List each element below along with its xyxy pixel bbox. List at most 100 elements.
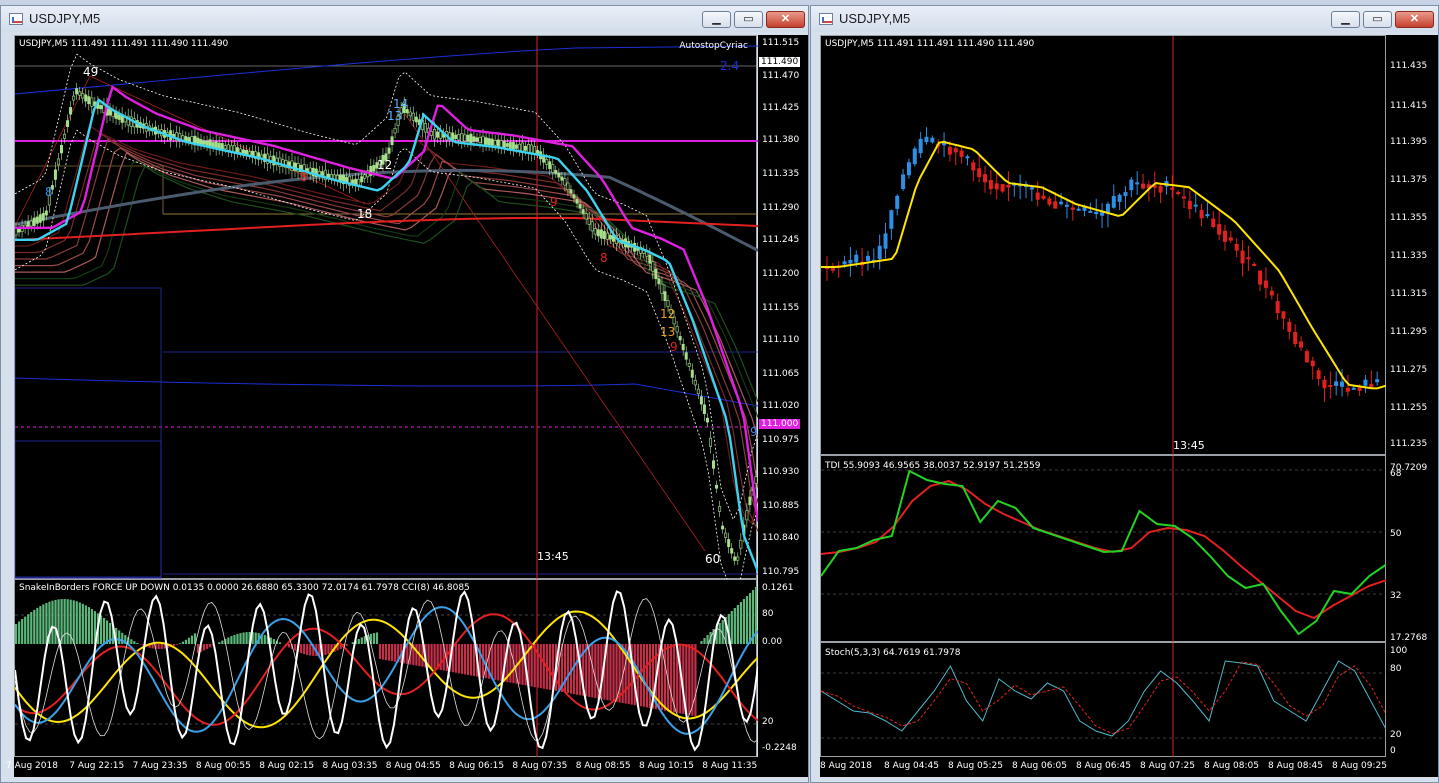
candle	[205, 140, 209, 146]
time-tick: 8 Aug 04:45	[884, 761, 939, 771]
histogram-bar	[433, 644, 436, 669]
envelope-lower	[15, 129, 758, 580]
candle	[41, 213, 45, 221]
candle	[90, 97, 94, 107]
histogram-bar	[190, 635, 194, 644]
price-tick: 110.885	[762, 501, 800, 511]
right-chart-window[interactable]: USDJPY,M5 ▁ ▭ ✕ USDJPY,M5 111.491 111.49…	[810, 5, 1439, 783]
close-button[interactable]: ✕	[766, 11, 805, 28]
ma-fan-line	[15, 147, 758, 488]
histogram-bar	[287, 644, 291, 648]
candle	[566, 182, 570, 191]
time-tick: 8 Aug 08:45	[1268, 761, 1323, 771]
histogram-bar	[721, 620, 724, 644]
maximize-button[interactable]: ▭	[1363, 11, 1392, 28]
candle	[38, 214, 42, 223]
candle	[702, 404, 706, 414]
chart-annotation: 18	[357, 207, 372, 221]
left-indicator-pane[interactable]: SnakeInBorders FORCE UP DOWN 0.0135 0.00…	[14, 579, 758, 758]
candle	[508, 142, 512, 149]
candle	[965, 156, 970, 159]
price-tick: 110.975	[762, 435, 800, 445]
candle	[602, 231, 606, 240]
stochastic-indicator	[821, 643, 1387, 758]
candle	[1269, 290, 1274, 296]
candle	[408, 111, 412, 117]
expert-label: AutostopCyriac	[679, 41, 748, 51]
histogram-bar	[306, 644, 309, 655]
histogram-bar	[203, 644, 206, 651]
time-tick: 8 Aug 2018	[820, 761, 872, 771]
candle	[99, 105, 103, 110]
candle	[983, 174, 988, 183]
candle	[478, 136, 482, 143]
candle	[994, 183, 999, 190]
histogram-bar	[730, 611, 733, 644]
candle	[865, 255, 870, 261]
candle	[581, 209, 585, 214]
maximize-button[interactable]: ▭	[734, 11, 763, 28]
histogram-bar	[263, 634, 266, 644]
histogram-bar	[357, 638, 360, 644]
price-tick: 111.235	[1390, 439, 1428, 449]
candle	[696, 388, 700, 395]
candle	[1176, 192, 1181, 195]
candle	[248, 151, 252, 156]
histogram-bar	[21, 619, 24, 644]
histogram-bar	[642, 644, 645, 707]
right-window-title: USDJPY,M5	[839, 11, 911, 26]
right-window-titlebar[interactable]: USDJPY,M5 ▁ ▭ ✕	[811, 6, 1438, 32]
candle	[1316, 370, 1321, 380]
stoch-pane[interactable]: Stoch(5,3,3) 64.7619 61.7978	[820, 642, 1387, 758]
left-chart-window[interactable]: USDJPY,M5 ▁ ▭ ✕ 49 14 13 12 8 18 9 8 8 12 13 9 60 2.4…	[0, 5, 809, 783]
candle	[889, 210, 894, 229]
candle	[1129, 179, 1134, 191]
candle	[1000, 184, 1005, 192]
candle	[411, 112, 415, 121]
right-price-pane[interactable]: USDJPY,M5 111.491 111.491 111.490 111.49…	[820, 35, 1387, 456]
histogram-bar	[99, 615, 103, 644]
histogram-bar	[236, 633, 239, 644]
price-tick: 111.255	[1390, 403, 1428, 413]
histogram-bar	[494, 644, 497, 680]
candle	[53, 169, 57, 180]
candle	[681, 343, 685, 351]
candle	[84, 94, 88, 102]
candle	[1252, 263, 1257, 267]
price-tick: 111.245	[762, 235, 800, 245]
tdi-pane[interactable]: TDI 55.9093 46.9565 38.0037 52.9197 51.2…	[820, 455, 1387, 643]
left-price-pane[interactable]: 49 14 13 12 8 18 9 8 8 12 13 9 60 2.4 9 USDJPY,M5 111.…	[14, 35, 758, 580]
histogram-bar	[454, 644, 457, 673]
candle	[693, 379, 697, 386]
blue-box	[15, 287, 162, 579]
close-button[interactable]: ✕	[1395, 11, 1434, 28]
price-tick: 111.295	[1390, 327, 1428, 337]
candle	[357, 178, 361, 186]
candle	[678, 336, 682, 341]
candle	[414, 116, 418, 123]
candle	[363, 174, 367, 179]
candle	[481, 135, 485, 146]
histogram-bar	[748, 593, 752, 644]
chart-annotation: 12	[377, 158, 392, 172]
histogram-bar	[345, 644, 348, 646]
left-window-titlebar[interactable]: USDJPY,M5 ▁ ▭ ✕	[1, 6, 808, 32]
time-tick: 8 Aug 05:25	[948, 761, 1003, 771]
histogram-bar	[718, 623, 721, 644]
histogram-bar	[151, 644, 154, 649]
candle	[517, 143, 521, 151]
histogram-bar	[245, 632, 248, 644]
candle	[754, 476, 758, 484]
candle	[238, 148, 242, 153]
candle	[1275, 301, 1280, 314]
candle	[587, 217, 591, 225]
histogram-bar	[327, 644, 330, 655]
histogram-bar	[72, 600, 75, 644]
candle	[554, 170, 558, 174]
minimize-button[interactable]: ▁	[1331, 11, 1360, 28]
candle	[63, 133, 67, 139]
histogram-bar	[542, 644, 545, 689]
minimize-button[interactable]: ▁	[702, 11, 731, 28]
candle	[505, 143, 509, 147]
histogram-bar	[439, 644, 442, 670]
